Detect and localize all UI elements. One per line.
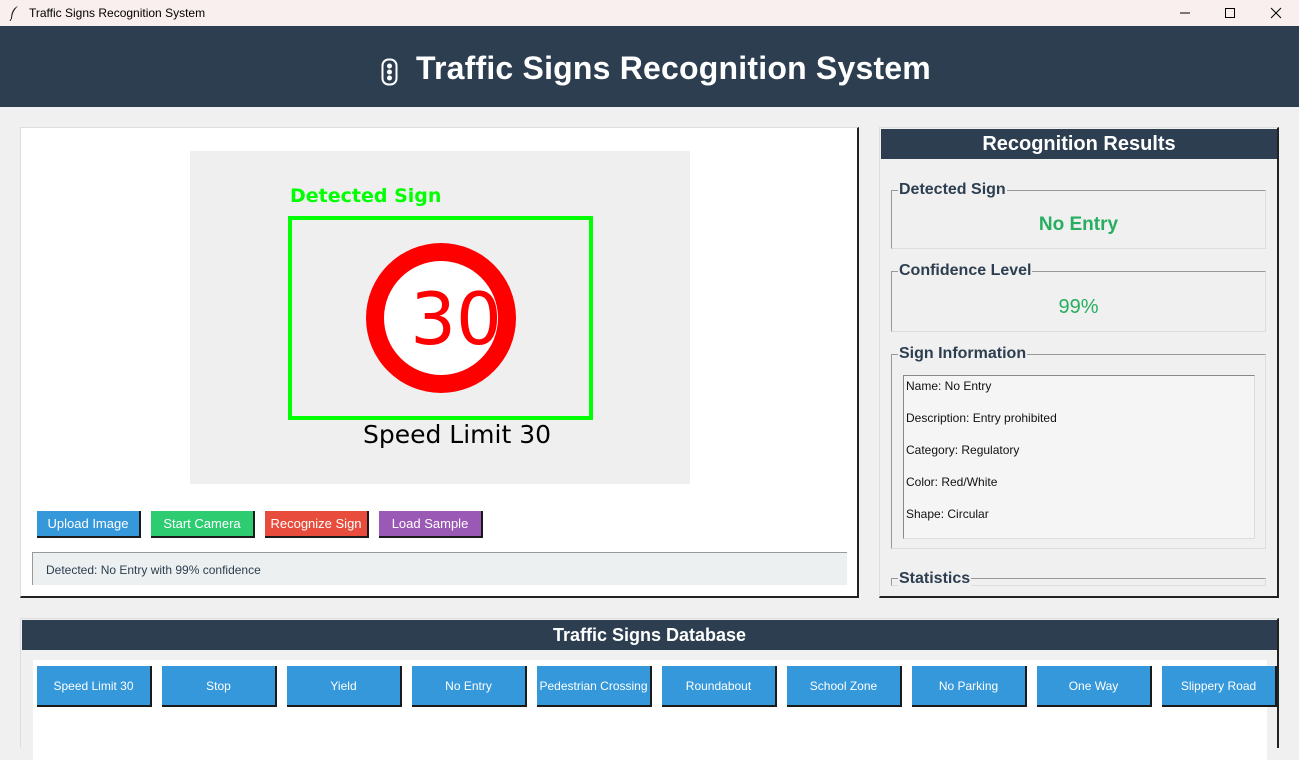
sign-caption: Speed Limit 30	[363, 420, 551, 449]
minimize-icon	[1180, 12, 1190, 14]
sign-number: 30	[410, 277, 502, 361]
sign-button-slippery-road[interactable]: Slippery Road	[1162, 666, 1277, 707]
sign-button-speed-limit-30[interactable]: Speed Limit 30	[37, 666, 152, 707]
statistics-group: Statistics	[891, 570, 1266, 588]
sign-button-stop[interactable]: Stop	[162, 666, 277, 707]
sign-button-one-way[interactable]: One Way	[1037, 666, 1152, 707]
sign-button-yield[interactable]: Yield	[287, 666, 402, 707]
recognize-sign-button[interactable]: Recognize Sign	[265, 511, 369, 538]
detected-sign-group: Detected Sign No Entry	[891, 181, 1266, 249]
confidence-value: 99%	[1058, 296, 1099, 318]
sign-button-no-parking[interactable]: No Parking	[912, 666, 1027, 707]
window-title: Traffic Signs Recognition System	[29, 6, 206, 20]
results-title: Recognition Results	[881, 129, 1277, 159]
traffic-light-icon	[381, 58, 398, 86]
upload-image-button[interactable]: Upload Image	[37, 511, 141, 538]
sign-button-roundabout[interactable]: Roundabout	[662, 666, 777, 707]
sign-info-label: Sign Information	[898, 345, 1028, 363]
info-line: Description: Entry prohibited	[906, 411, 1057, 425]
confidence-label: Confidence Level	[898, 262, 1033, 280]
image-panel: Detected Sign 30 Speed Limit 30 Upload I…	[20, 127, 859, 598]
window-titlebar: Traffic Signs Recognition System	[0, 0, 1299, 26]
feather-icon	[8, 5, 20, 22]
sign-info-group: Sign Information Name: No Entry Descript…	[891, 345, 1266, 549]
database-title: Traffic Signs Database	[22, 620, 1277, 650]
status-bar: Detected: No Entry with 99% confidence	[32, 552, 847, 585]
close-button[interactable]	[1253, 0, 1299, 26]
sign-button-no-entry[interactable]: No Entry	[412, 666, 527, 707]
maximize-button[interactable]	[1207, 0, 1253, 26]
info-line: Shape: Circular	[906, 507, 989, 521]
close-icon	[1270, 7, 1282, 19]
database-panel: Traffic Signs Database Speed Limit 30 St…	[20, 618, 1279, 760]
statistics-label: Statistics	[898, 570, 972, 588]
detected-sign-value: No Entry	[1038, 214, 1119, 235]
minimize-button[interactable]	[1162, 0, 1208, 26]
info-line: Name: No Entry	[906, 379, 992, 393]
app-title: Traffic Signs Recognition System	[416, 50, 931, 86]
start-camera-button[interactable]: Start Camera	[151, 511, 255, 538]
info-line: Color: Red/White	[906, 475, 998, 489]
app-header: Traffic Signs Recognition System	[0, 26, 1299, 107]
maximize-icon	[1225, 8, 1235, 18]
confidence-group: Confidence Level 99%	[891, 262, 1266, 332]
results-panel: Recognition Results Detected Sign No Ent…	[879, 127, 1279, 598]
load-sample-button[interactable]: Load Sample	[379, 511, 483, 538]
info-line: Category: Regulatory	[906, 443, 1020, 457]
status-text: Detected: No Entry with 99% confidence	[46, 563, 261, 577]
detected-sign-label: Detected Sign	[898, 181, 1007, 199]
sign-button-school-zone[interactable]: School Zone	[787, 666, 902, 707]
detection-label: Detected Sign	[290, 185, 441, 207]
detection-preview: Detected Sign 30 Speed Limit 30	[288, 185, 593, 449]
sign-button-pedestrian-crossing[interactable]: Pedestrian Crossing	[537, 666, 652, 707]
image-preview: Detected Sign 30 Speed Limit 30	[190, 151, 690, 484]
sign-info-text[interactable]: Name: No Entry Description: Entry prohib…	[903, 375, 1255, 539]
